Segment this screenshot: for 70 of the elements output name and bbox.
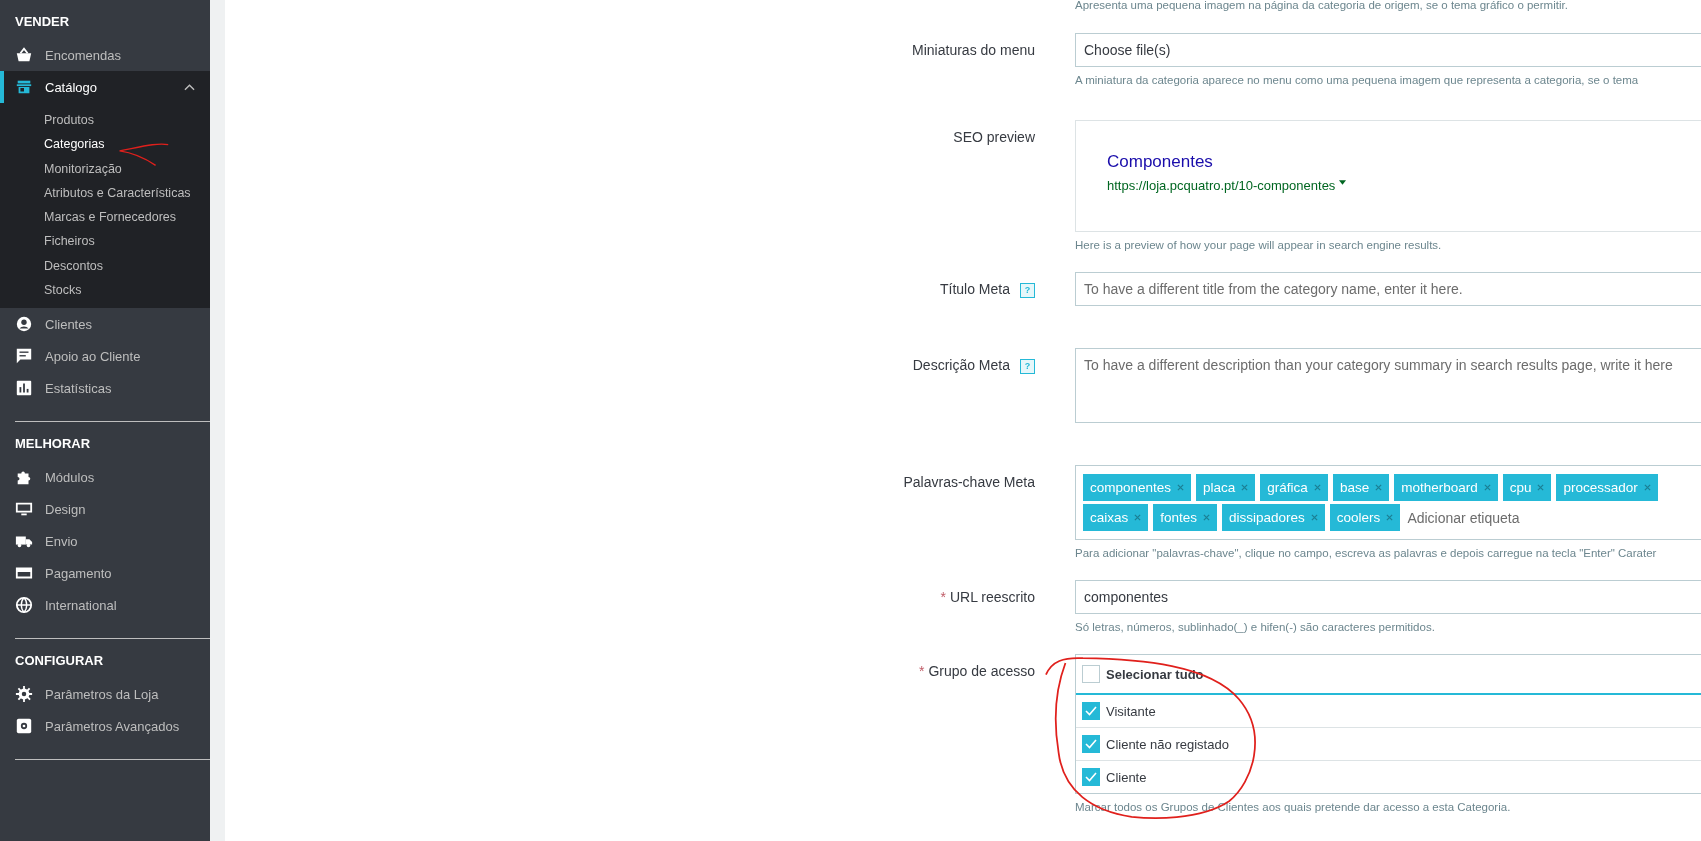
remove-icon[interactable] — [1386, 514, 1394, 521]
checkbox[interactable] — [1082, 768, 1100, 786]
remove-icon[interactable] — [1177, 484, 1185, 491]
field-label: URL reescrito — [949, 589, 1035, 605]
chart-icon — [15, 379, 33, 398]
seo-url: https://loja.pcquatro.pt/10-componentes — [1107, 178, 1336, 193]
remove-icon[interactable] — [1310, 514, 1318, 521]
checkbox-label: Cliente não registado — [1106, 736, 1229, 752]
sidebar-item[interactable]: Encomendas — [0, 39, 210, 71]
sidebar-item[interactable]: Módulos — [0, 461, 210, 494]
sidebar-item[interactable]: Estatísticas — [0, 372, 210, 405]
sidebar-item[interactable]: Catálogo — [0, 71, 210, 103]
sidebar-item[interactable]: Parâmetros Avançados — [0, 710, 210, 743]
field-label: Miniaturas do menu — [912, 42, 1035, 58]
required-asterisk: * — [940, 589, 946, 605]
submenu-item[interactable]: Stocks — [0, 278, 210, 303]
store-icon — [15, 78, 33, 96]
checkbox-label: Visitante — [1106, 703, 1156, 719]
field-label: Título Meta — [939, 281, 1010, 297]
remove-icon[interactable] — [1643, 484, 1651, 491]
remove-icon[interactable] — [1483, 484, 1491, 491]
help-text: Para adicionar "palavras-chave", clique no campo, escreva as palavras e depois carregue na tecla "Enter" Carater — [1075, 547, 1658, 559]
submenu-item[interactable]: Descontos — [0, 253, 210, 279]
textarea-field[interactable]: To have a different description than your category summary in search results page, write it here — [1075, 348, 1701, 423]
submenu-item[interactable]: Categorias — [0, 132, 210, 157]
section-title: CONFIGURAR — [14, 652, 105, 671]
submenu-item[interactable]: Produtos — [0, 108, 210, 133]
help-text: Apresenta uma pequena imagem na página da categoria de origem, se o tema gráfico o permitir. — [1075, 0, 1569, 11]
submenu-item[interactable]: Ficheiros — [0, 229, 210, 254]
seo-title: Componentes — [1107, 152, 1214, 172]
text-field[interactable]: componentes — [1075, 580, 1701, 614]
remove-icon[interactable] — [1203, 514, 1211, 521]
checkbox-label: Cliente — [1106, 769, 1147, 785]
remove-icon[interactable] — [1313, 484, 1321, 491]
person-icon — [15, 315, 33, 334]
sidebar-item[interactable]: Clientes — [0, 308, 210, 341]
help-text: A miniatura da categoria aparece no menu como uma pequena imagem que representa a categoria, se o tema — [1075, 74, 1640, 86]
field-label: SEO preview — [953, 129, 1035, 145]
field-label: Grupo de acesso — [928, 663, 1035, 679]
gear-icon — [15, 685, 33, 704]
globe-icon — [15, 596, 33, 615]
remove-icon[interactable] — [1241, 484, 1249, 491]
field-label: Palavras-chave Meta — [903, 474, 1035, 490]
required-asterisk: * — [918, 663, 925, 679]
help-text: Here is a preview of how your page will appear in search engine results. — [1075, 239, 1443, 251]
sidebar-item[interactable]: Apoio ao Cliente — [0, 340, 210, 373]
submenu-item[interactable]: Atributos e Características — [0, 180, 210, 206]
sidebar-item[interactable]: Pagamento — [0, 557, 210, 590]
submenu-item[interactable]: Marcas e Fornecedores — [0, 205, 210, 230]
checkbox[interactable] — [1082, 665, 1100, 683]
checkbox[interactable] — [1082, 735, 1100, 753]
text-field[interactable]: To have a different title from the category name, enter it here. — [1075, 272, 1701, 306]
sidebar-item[interactable]: Parâmetros da Loja — [0, 678, 210, 711]
remove-icon[interactable] — [1537, 484, 1545, 491]
field-label: Descrição Meta — [912, 357, 1010, 373]
submenu-item[interactable]: Monitorização — [0, 156, 210, 181]
checkbox-label: Selecionar tudo — [1106, 666, 1204, 682]
basket-icon — [15, 46, 33, 64]
section-title: MELHORAR — [14, 435, 92, 454]
sidebar-item[interactable]: Envio — [0, 525, 210, 558]
file-field[interactable]: Choose file(s) — [1075, 33, 1701, 67]
dropdown-triangle-icon — [1339, 180, 1347, 185]
help-text: Só letras, números, sublinhado(_) e hifen(-) são caracteres permitidos. — [1075, 621, 1436, 633]
section-title: VENDER — [14, 13, 71, 31]
sidebar-item[interactable]: International — [0, 589, 210, 622]
gearbox-icon — [15, 717, 33, 736]
sidebar-item[interactable]: Design — [0, 493, 210, 526]
checkbox[interactable] — [1082, 702, 1100, 720]
remove-icon[interactable] — [1375, 484, 1383, 491]
remove-icon[interactable] — [1134, 514, 1142, 521]
